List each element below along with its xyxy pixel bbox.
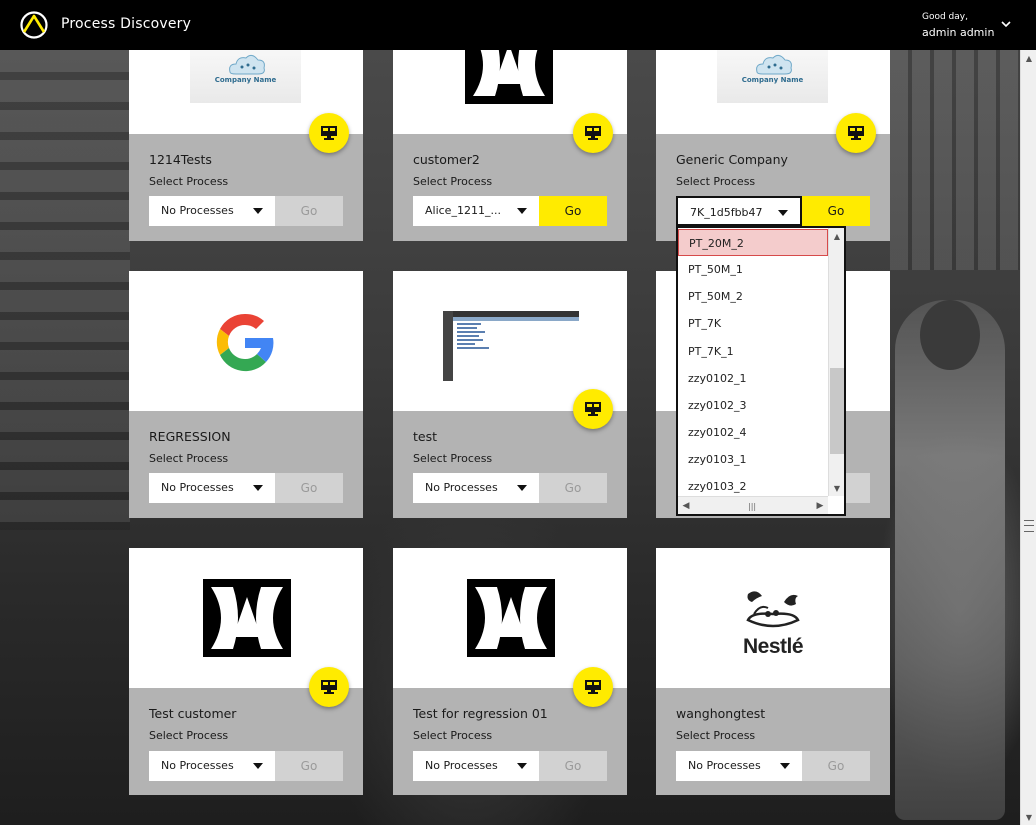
process-select[interactable]: Alice_1211_... [413,196,539,226]
select-process-label: Select Process [676,175,756,188]
select-process-label: Select Process [413,175,493,188]
select-process-label: Select Process [413,729,493,742]
monitor-icon[interactable] [573,113,613,153]
dropdown-option[interactable]: zzy0103_1 [678,446,828,473]
process-select[interactable]: No Processes [413,751,539,781]
customer-logo-area [129,271,363,411]
go-button[interactable]: Go [539,473,607,503]
go-button[interactable]: Go [275,473,343,503]
scroll-down-icon[interactable]: ▼ [1021,809,1036,825]
customer-name: test [413,429,438,444]
app-title: Process Discovery [61,16,192,32]
background-person [895,300,1005,820]
process-select[interactable]: No Processes [149,196,275,226]
dxc-logo [467,579,555,657]
scroll-thumb[interactable] [1024,520,1034,532]
customer-card: REGRESSION Select Process No Processes G… [129,271,363,518]
process-select[interactable]: No Processes [149,751,275,781]
scroll-up-icon[interactable]: ▲ [829,228,845,244]
nestle-logo-text: Nestlé [742,635,804,658]
dropdown-option[interactable]: PT_7K [678,310,828,337]
page-scrollbar[interactable]: ▲ ▼ [1020,50,1036,825]
monitor-icon[interactable] [309,113,349,153]
process-select[interactable]: No Processes [676,751,802,781]
dropdown-horizontal-scrollbar[interactable]: ◀ ||| ▶ [678,496,828,514]
background-building-right [890,50,1020,270]
select-process-label: Select Process [413,452,493,465]
screenshot-thumbnail [439,301,579,381]
dropdown-vertical-scrollbar[interactable]: ▲ ▼ [828,228,844,496]
select-process-label: Select Process [149,729,229,742]
customer-card: test Select Process No Processes Go [393,271,627,518]
customer-name: Test for regression 01 [413,706,548,721]
customer-name: Generic Company [676,152,788,167]
customer-name: Test customer [149,706,237,721]
customer-card: Company Name Generic Company Select Proc… [656,50,890,241]
caret-down-icon [517,208,527,214]
chevron-down-icon[interactable] [1000,18,1012,30]
customer-name: wanghongtest [676,706,766,721]
select-process-label: Select Process [149,452,229,465]
go-button[interactable]: Go [275,751,343,781]
top-bar: Process Discovery Good day, admin admin [0,0,1036,50]
process-dropdown-list[interactable]: PT_20M_2 PT_50M_1 PT_50M_2 PT_7K PT_7K_1… [676,226,846,516]
go-button[interactable]: Go [275,196,343,226]
scroll-right-icon[interactable]: ▶ [812,497,828,515]
process-select[interactable]: 7K_1d5fbb47 [676,196,802,226]
dropdown-option[interactable]: zzy0102_4 [678,419,828,446]
customer-name: customer2 [413,152,480,167]
scroll-up-icon[interactable]: ▲ [1021,50,1036,66]
go-button[interactable]: Go [802,751,870,781]
caret-down-icon [253,485,263,491]
company-name-logo: Company Name [717,50,828,103]
monitor-icon[interactable] [573,389,613,429]
caret-down-icon [253,763,263,769]
dropdown-option[interactable]: PT_7K_1 [678,338,828,365]
company-name-logo: Company Name [190,50,301,103]
customer-card: Test for regression 01 Select Process No… [393,548,627,795]
dxc-logo [203,579,291,657]
go-button[interactable]: Go [539,196,607,226]
customer-card: Nestlé wanghongtest Select Process No Pr… [656,548,890,795]
customer-name: 1214Tests [149,152,212,167]
dropdown-option[interactable]: PT_50M_2 [678,283,828,310]
horizontal-scroll-grip[interactable]: ||| [748,502,756,511]
caret-down-icon [517,485,527,491]
caret-down-icon [780,763,790,769]
process-select[interactable]: No Processes [413,473,539,503]
monitor-icon[interactable] [573,667,613,707]
dropdown-option[interactable]: PT_50M_1 [678,256,828,283]
nestle-nest-icon [746,591,800,628]
background-building-left [0,50,130,530]
customer-card: customer2 Select Process Alice_1211_... … [393,50,627,241]
monitor-icon[interactable] [309,667,349,707]
customer-name: REGRESSION [149,429,231,444]
go-button[interactable]: Go [802,196,870,226]
dropdown-option[interactable]: zzy0102_1 [678,365,828,392]
scroll-down-icon[interactable]: ▼ [829,480,845,496]
go-button[interactable]: Go [539,751,607,781]
customer-logo-area: Nestlé [656,548,890,688]
scroll-left-icon[interactable]: ◀ [678,497,694,515]
google-logo [216,313,274,372]
process-select[interactable]: No Processes [149,473,275,503]
app-logo-icon[interactable] [19,10,49,40]
user-name[interactable]: admin admin [922,26,994,39]
caret-down-icon [253,208,263,214]
caret-down-icon [517,763,527,769]
customer-card: Company Name 1214Tests Select Process No… [129,50,363,241]
customer-card: Test customer Select Process No Processe… [129,548,363,795]
select-process-label: Select Process [676,729,756,742]
dxc-logo [465,50,553,104]
caret-down-icon [778,210,788,216]
dropdown-option[interactable]: zzy0102_3 [678,392,828,419]
monitor-icon[interactable] [836,113,876,153]
dropdown-scroll-thumb[interactable] [830,368,844,454]
select-process-label: Select Process [149,175,229,188]
greeting-text: Good day, [922,12,968,22]
dropdown-option[interactable]: PT_20M_2 [678,229,828,256]
